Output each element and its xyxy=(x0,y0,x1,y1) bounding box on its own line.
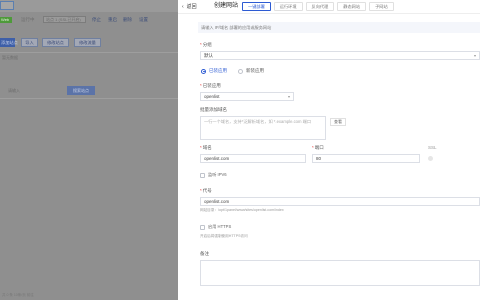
alias-input[interactable]: openlist.com xyxy=(200,197,480,206)
add-site-button[interactable]: 添加站点 xyxy=(0,38,18,47)
chevron-down-icon: ▾ xyxy=(287,94,290,99)
restart-link[interactable]: 重启 xyxy=(108,17,117,23)
background-site-row: Web 运行中 站点 1 (SSL已开启) 停止 重启 删除 设置 xyxy=(0,14,178,26)
create-website-drawer: ‹ 返回 创建网站 一键部署 运行环境 反向代理 静态网站 子网站 请输入 IP/… xyxy=(178,0,480,300)
delete-link[interactable]: 删除 xyxy=(123,17,132,23)
drawer-header: ‹ 返回 创建网站 一键部署 运行环境 反向代理 静态网站 子网站 xyxy=(178,0,480,14)
stop-link[interactable]: 停止 xyxy=(92,17,101,23)
radio-dot-icon xyxy=(238,68,243,74)
tab-sub-site[interactable]: 子网站 xyxy=(369,2,394,11)
background-divider xyxy=(0,52,178,53)
tab-static-site[interactable]: 静态网站 xyxy=(337,2,367,11)
installed-app-label: *已装应用 xyxy=(200,83,221,88)
checkbox-icon xyxy=(200,172,205,178)
new-app-radio[interactable]: 新装应用 xyxy=(238,68,264,74)
tab-runtime[interactable]: 运行环境 xyxy=(273,2,303,11)
notice-banner: 请输入 IP/域名 部署的应用或服务网站 xyxy=(198,22,480,33)
ssl-label: SSL xyxy=(428,145,437,150)
background-tab xyxy=(0,1,14,10)
alias-label: *代号 xyxy=(200,188,212,193)
batch-domain-textarea[interactable]: 一行一个域名，支持*泛解析域名，如 *.example.com 端口 xyxy=(200,116,326,140)
site-name-text: 站点 1 (SSL已开启) xyxy=(43,16,86,23)
back-button[interactable]: ‹ 返回 xyxy=(182,4,197,10)
pagination-text: 共 0 条 10条/页 前往 xyxy=(2,293,34,297)
modify-traffic-button[interactable]: 修改流量 xyxy=(74,38,101,47)
chevron-down-icon: ▾ xyxy=(473,53,476,58)
tab-one-click-deploy[interactable]: 一键部署 xyxy=(242,2,271,11)
background-topbar xyxy=(0,0,178,12)
remark-label: 备注 xyxy=(200,251,209,256)
installed-app-select[interactable]: openlist ▾ xyxy=(200,92,294,101)
background-search-input[interactable]: 请输入 xyxy=(2,86,46,95)
background-search-button[interactable]: 搜索站点 xyxy=(67,86,95,95)
batch-domain-label: 批量添加域名 xyxy=(200,107,227,112)
checkbox-icon xyxy=(200,224,205,230)
installed-app-radio[interactable]: 已装应用 xyxy=(201,68,227,74)
alias-hint: 网站目录：/opt/1panel/www/sites/openlist.com/… xyxy=(200,208,284,212)
drawer-content: 请输入 IP/域名 部署的应用或服务网站 *分组 默认 ▾ 已装应用 新装应用 … xyxy=(178,14,480,300)
status-badge: Web xyxy=(0,17,12,23)
radio-dot-icon xyxy=(201,68,206,74)
group-label: *分组 xyxy=(200,42,212,47)
group-select[interactable]: 默认 ▾ xyxy=(200,51,480,60)
port-input[interactable]: 80 xyxy=(312,154,420,163)
view-example-button[interactable]: 查看 xyxy=(330,118,346,126)
modify-site-button[interactable]: 修改站点 xyxy=(42,38,69,47)
enable-https-checkbox[interactable]: 启用 HTTPS xyxy=(200,224,231,230)
chevron-left-icon: ‹ xyxy=(182,4,184,10)
https-hint: 开启后将强制使用HTTPS访问 xyxy=(200,234,248,238)
ssl-checkbox[interactable] xyxy=(428,156,433,161)
drawer-title: 创建网站 xyxy=(214,3,239,9)
background-divider-2 xyxy=(0,98,178,99)
domain-input[interactable]: openlist.com xyxy=(200,154,306,163)
listen-ipv6-checkbox[interactable]: 监听 IPV6 xyxy=(200,172,227,178)
import-button[interactable]: 导入 xyxy=(21,38,38,47)
domain-label: *域名 xyxy=(200,145,212,150)
back-label: 返回 xyxy=(186,4,197,10)
deploy-type-tabs: 一键部署 运行环境 反向代理 静态网站 子网站 xyxy=(242,2,394,12)
tab-reverse-proxy[interactable]: 反向代理 xyxy=(305,2,335,11)
empty-text: 暂无数据 xyxy=(2,55,18,60)
remark-textarea[interactable] xyxy=(200,260,480,286)
port-label: *端口 xyxy=(312,145,324,150)
background-page: Web 运行中 站点 1 (SSL已开启) 停止 重启 删除 设置 添加站点 导… xyxy=(0,0,178,300)
site-status-text: 运行中 xyxy=(21,17,35,22)
settings-link[interactable]: 设置 xyxy=(139,17,148,23)
